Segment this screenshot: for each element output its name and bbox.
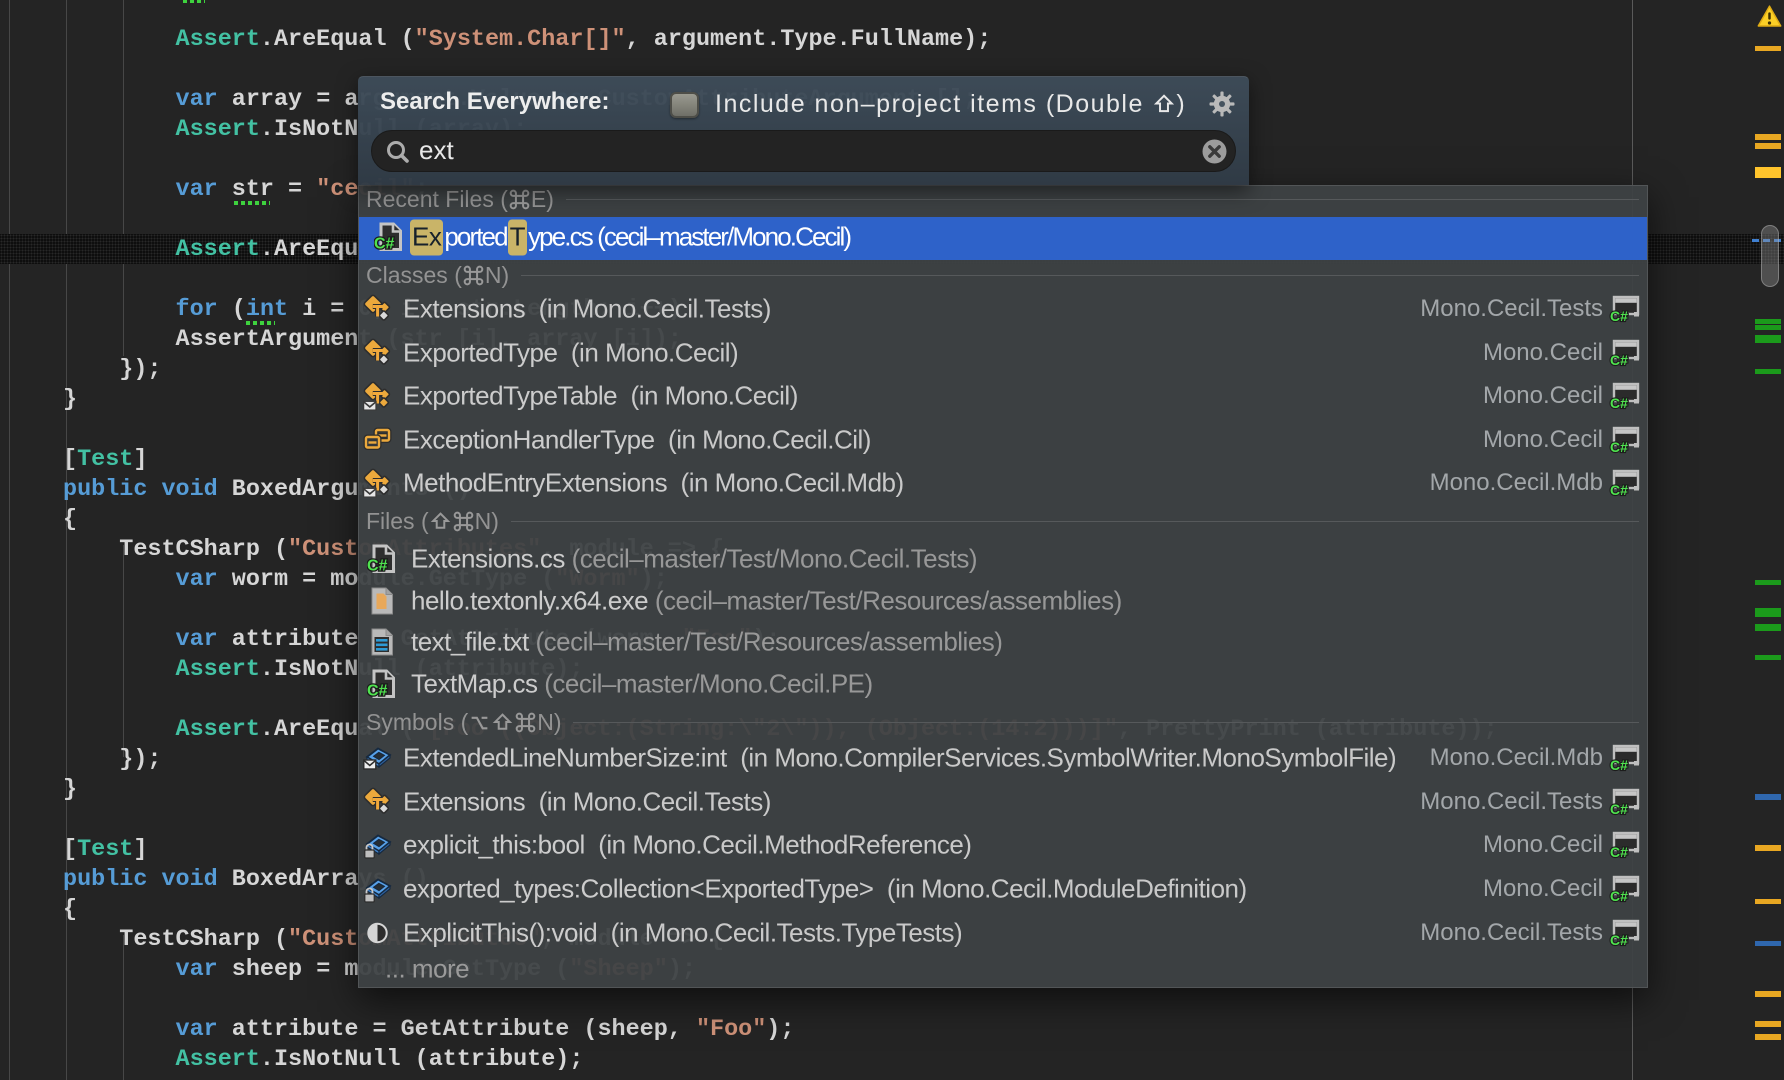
svg-text:C#: C#: [374, 235, 395, 252]
svg-text:C#: C#: [1610, 932, 1628, 947]
svg-text:C#: C#: [367, 558, 388, 575]
svg-text:C#: C#: [1610, 801, 1628, 816]
svg-text:C#: C#: [1610, 482, 1628, 497]
svg-text:C#: C#: [1610, 888, 1628, 903]
svg-text:C#: C#: [367, 683, 388, 700]
svg-text:C#: C#: [1610, 439, 1628, 454]
svg-text:C#: C#: [1610, 308, 1628, 323]
svg-text:C#: C#: [1610, 395, 1628, 410]
svg-text:C#: C#: [1610, 757, 1628, 772]
svg-text:C#: C#: [1610, 844, 1628, 859]
svg-text:C#: C#: [1610, 352, 1628, 367]
